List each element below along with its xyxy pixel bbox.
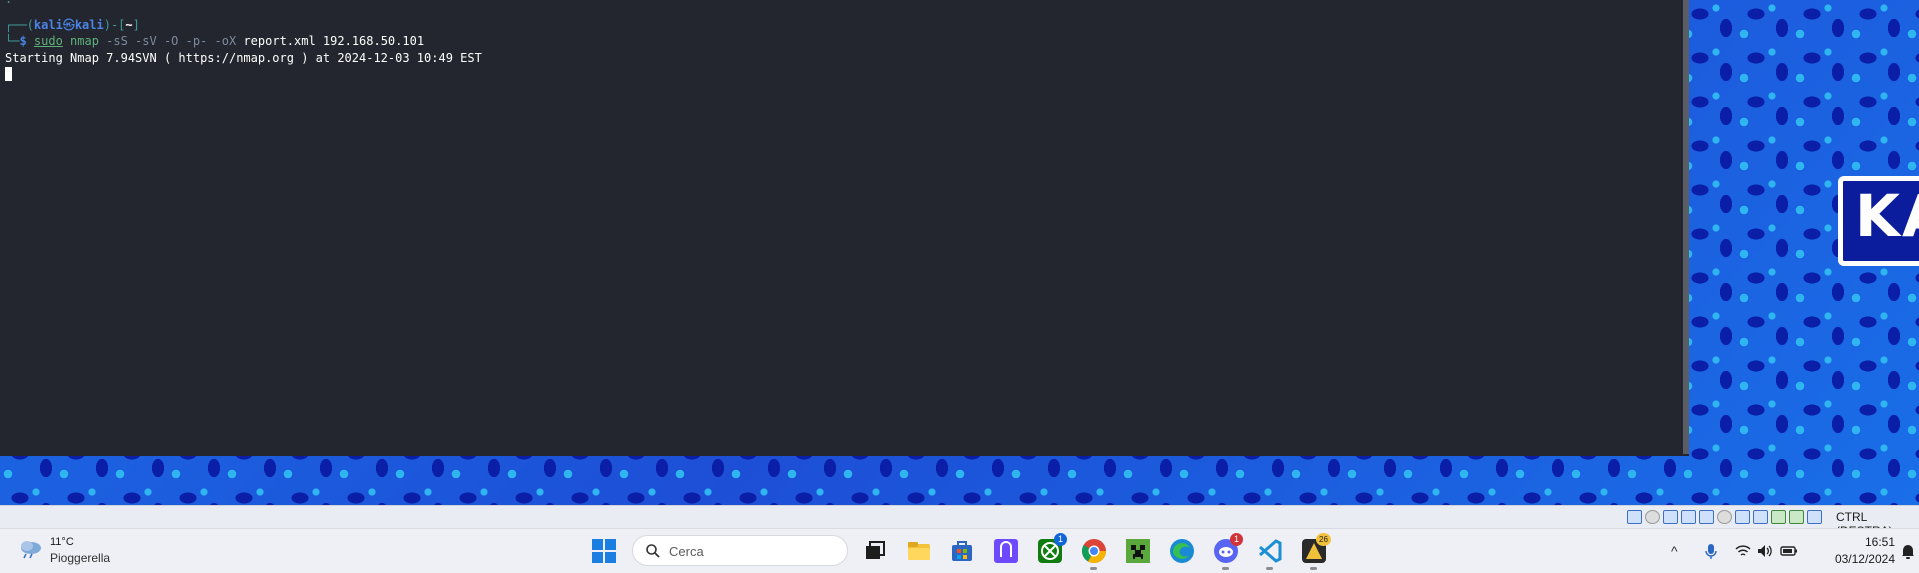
prompt-host: kali [74, 18, 104, 32]
discord-badge: 1 [1230, 533, 1243, 546]
clock-date[interactable]: 03/12/2024 [1830, 552, 1895, 566]
visual-studio-code-icon [1259, 539, 1282, 563]
usb-icon[interactable] [1699, 510, 1714, 524]
terminal-line-top: . [5, 0, 12, 7]
prompt-skull-icon: ㉿ [62, 18, 75, 32]
terminal-cursor [5, 67, 12, 81]
search-icon [646, 544, 660, 558]
windows-taskbar: 11°C Pioggerella Cerca 1 1 26 ^ 16:51 03… [0, 528, 1919, 573]
chrome-icon [1081, 539, 1106, 564]
chrome-app[interactable] [1080, 537, 1108, 570]
network-icon[interactable] [1681, 510, 1696, 524]
wifi-icon[interactable] [1734, 542, 1752, 560]
chrome-running-indicator [1090, 567, 1097, 570]
vscode-app[interactable] [1256, 537, 1284, 570]
vbox-device-icons [1627, 510, 1822, 524]
battery-icon[interactable] [1780, 542, 1798, 560]
xbox-app[interactable]: 1 [1036, 533, 1067, 565]
audio-icon[interactable] [1663, 510, 1678, 524]
microphone-icon[interactable] [1702, 542, 1720, 560]
vscode-running-indicator [1266, 567, 1273, 570]
tray-chevron-up-icon[interactable]: ^ [1671, 543, 1678, 559]
clock-time[interactable]: 16:51 [1840, 535, 1895, 549]
prompt-cwd: ~ [125, 18, 133, 32]
xbox-badge: 1 [1054, 533, 1067, 546]
volume-icon[interactable] [1756, 542, 1774, 560]
taskbar-search-box[interactable]: Cerca [632, 535, 848, 566]
discord-app[interactable]: 1 [1212, 533, 1243, 570]
terminal-scrollbar[interactable] [1683, 0, 1689, 454]
discord-running-indicator [1222, 567, 1229, 570]
prompt-line-2: └─$ sudo nmap -sS -sV -O -p- -oX report.… [5, 34, 425, 48]
notification-bell-icon[interactable] [1900, 542, 1916, 560]
start-button[interactable] [592, 539, 616, 563]
proton-vpn-icon[interactable] [992, 537, 1020, 565]
hard-disk-icon[interactable] [1627, 510, 1642, 524]
optical-drive-icon[interactable] [1645, 510, 1660, 524]
recording-icon[interactable] [1771, 510, 1786, 524]
nmap-output-line: Starting Nmap 7.94SVN ( https://nmap.org… [5, 51, 482, 65]
command-nmap: nmap [62, 34, 99, 48]
minecraft-icon[interactable] [1124, 537, 1152, 565]
terminal-window[interactable]: . ┌──(kali㉿kali)-[~] └─$ sudo nmap -sS -… [0, 0, 1689, 456]
kali-logo-text: KA [1855, 182, 1919, 250]
prompt-user: kali [33, 18, 63, 32]
display-icon[interactable] [1735, 510, 1750, 524]
fairy-badge: 26 [1316, 533, 1331, 546]
task-view-icon[interactable] [861, 537, 889, 565]
shared-folders-icon[interactable] [1717, 510, 1732, 524]
edge-icon[interactable] [1168, 537, 1196, 565]
command-sudo: sudo [33, 34, 63, 48]
fairy-app[interactable]: 26 [1300, 533, 1331, 570]
command-flags: -sS -sV -O -p- -oX [98, 34, 237, 48]
mouse-integration-icon[interactable] [1807, 510, 1822, 524]
video-capture-icon[interactable] [1753, 510, 1768, 524]
prompt-line-1: ┌──(kali㉿kali)-[~] [5, 18, 140, 32]
weather-cloud-rain-icon[interactable] [18, 539, 44, 559]
file-explorer-icon[interactable] [905, 537, 933, 565]
virtualbox-status-bar: CTRL (DESTRA) [0, 505, 1919, 538]
search-placeholder: Cerca [669, 544, 704, 559]
weather-description[interactable]: Pioggerella [50, 551, 110, 565]
weather-temperature[interactable]: 11°C [50, 536, 74, 548]
fairy-running-indicator [1310, 567, 1317, 570]
cpu-icon[interactable] [1789, 510, 1804, 524]
command-args: report.xml 192.168.50.101 [236, 34, 425, 48]
microsoft-store-icon[interactable] [948, 537, 976, 565]
